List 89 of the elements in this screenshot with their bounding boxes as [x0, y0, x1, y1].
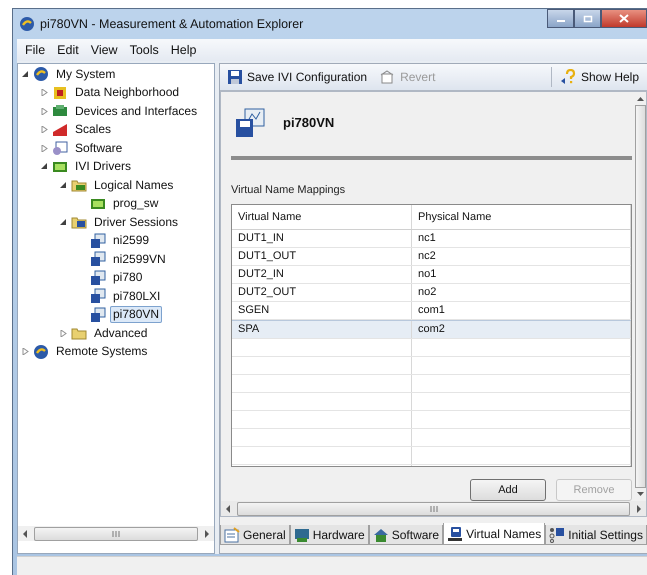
grip-icon	[112, 530, 120, 536]
table-cell: com1	[412, 302, 631, 319]
floppy-icon	[447, 526, 464, 542]
session-icon	[90, 251, 106, 268]
close-button[interactable]	[601, 9, 647, 28]
action-button[interactable]: Add	[470, 479, 546, 502]
menu-item[interactable]: File	[25, 43, 46, 57]
scroll-up-icon[interactable]	[637, 96, 644, 101]
expander-icon[interactable]	[60, 218, 67, 226]
table-cell: SPA	[232, 320, 412, 338]
house-icon	[372, 526, 389, 542]
table-cell: DUT1_IN	[232, 230, 412, 247]
tree-item[interactable]: Driver Sessions	[91, 214, 182, 231]
tree-item[interactable]: pi780VN	[110, 306, 162, 324]
table-cell: no2	[412, 284, 631, 301]
table-cell: nc1	[412, 230, 631, 247]
session-icon	[90, 270, 106, 286]
tree-item[interactable]: ni2599VN	[110, 250, 169, 268]
menu-item[interactable]: View	[90, 43, 118, 57]
table-row[interactable]: DUT1_OUT nc2	[232, 248, 631, 266]
tree-item[interactable]: Remote Systems	[53, 343, 150, 360]
table-cell: com2	[412, 320, 631, 338]
globe-icon	[33, 344, 49, 360]
tree-item[interactable]: Devices and Interfaces	[72, 102, 200, 120]
scrollbar[interactable]	[220, 501, 647, 517]
scroll-down-icon[interactable]	[637, 492, 644, 497]
scroll-left-icon[interactable]	[22, 530, 28, 538]
table-row[interactable]: DUT1_IN nc1	[232, 230, 631, 248]
help-icon	[560, 69, 576, 85]
table-row[interactable]: DUT2_IN no1	[232, 266, 631, 284]
tree-item[interactable]: pi780LXI	[110, 288, 164, 305]
window-title: pi780VN - Measurement & Automation Explorer	[40, 17, 304, 31]
scroll-right-icon[interactable]	[204, 530, 210, 538]
session-icon	[90, 232, 106, 249]
tree-item[interactable]: Data Neighborhood	[72, 84, 182, 102]
tab[interactable]: Virtual Names	[443, 523, 546, 545]
section-label: Virtual Name Mappings	[231, 184, 346, 196]
app-icon	[19, 16, 35, 32]
help-button[interactable]: Show Help	[550, 67, 643, 87]
grip-icon	[430, 506, 438, 512]
tab[interactable]: Initial Settings	[545, 525, 647, 545]
tree-item[interactable]: Scales	[72, 121, 114, 138]
menu-item[interactable]: Tools	[130, 43, 159, 57]
revert-icon	[379, 70, 396, 84]
close-icon	[619, 14, 629, 23]
tree-item[interactable]: prog_sw	[110, 195, 162, 212]
globe-icon	[33, 66, 49, 82]
tab[interactable]: Software	[368, 525, 444, 545]
scroll-right-icon[interactable]	[636, 504, 642, 512]
table-row[interactable]: SPA com2	[232, 320, 631, 339]
tree-item[interactable]: Advanced	[91, 324, 150, 342]
table-cell: DUT1_OUT	[232, 248, 412, 265]
minimize-button[interactable]	[547, 9, 574, 28]
table-cell: nc2	[412, 248, 631, 265]
software-icon	[52, 140, 68, 156]
tree-item[interactable]: Logical Names	[91, 176, 176, 194]
menu-item[interactable]: Help	[170, 43, 196, 57]
expander-icon[interactable]	[60, 182, 67, 189]
scale-icon	[52, 122, 68, 138]
table-cell: no1	[412, 266, 631, 283]
page-title: pi780VN	[283, 115, 334, 130]
document-icon	[224, 526, 240, 542]
maximize-icon	[582, 14, 592, 22]
monitor-icon	[294, 526, 310, 542]
session-icon	[235, 108, 265, 138]
scrollbar[interactable]	[18, 526, 214, 541]
tree-item[interactable]: My System	[53, 66, 118, 83]
maximize-button[interactable]	[574, 9, 601, 28]
table-cell: DUT2_OUT	[232, 284, 412, 301]
tree-item[interactable]: Software	[72, 140, 126, 157]
table-cell: SGEN	[232, 302, 412, 319]
toolbar-button[interactable]: Save IVI Configuration	[224, 68, 372, 86]
table-cell: DUT2_IN	[232, 266, 412, 283]
column-header[interactable]: Virtual Name	[232, 204, 412, 229]
session-icon	[90, 306, 106, 323]
save-icon	[228, 70, 242, 84]
scroll-left-icon[interactable]	[225, 504, 231, 512]
table-row[interactable]: DUT2_OUT no2	[232, 284, 631, 302]
session-icon	[90, 288, 106, 304]
tree-item[interactable]: IVI Drivers	[72, 158, 134, 176]
expander-icon[interactable]	[22, 70, 29, 78]
settings-icon	[549, 526, 566, 542]
column-header[interactable]: Physical Name	[412, 204, 631, 229]
tree-item[interactable]: pi780	[110, 269, 146, 286]
tab[interactable]: General	[220, 525, 290, 545]
tree-item[interactable]: ni2599	[110, 232, 152, 250]
menu-item[interactable]: Edit	[57, 43, 79, 57]
expander-icon[interactable]	[41, 163, 48, 170]
tab[interactable]: Hardware	[290, 525, 369, 545]
